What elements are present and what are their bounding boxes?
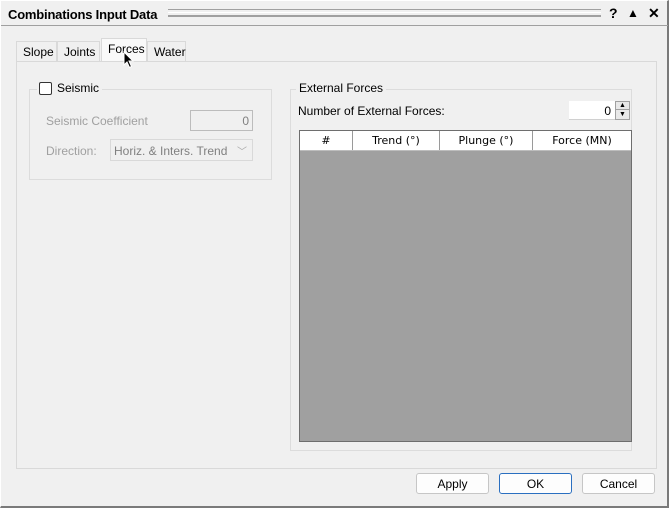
cancel-button[interactable]: Cancel (582, 473, 655, 494)
external-forces-grid[interactable]: # Trend (°) Plunge (°) Force (MN) (299, 130, 632, 442)
direction-value: Horiz. & Inters. Trend (114, 144, 228, 158)
ok-button[interactable]: OK (499, 473, 572, 494)
seismic-coefficient-label: Seismic Coefficient (46, 114, 148, 128)
number-external-forces-label: Number of External Forces: (298, 104, 445, 118)
seismic-checkbox[interactable] (39, 82, 52, 95)
column-header-number[interactable]: # (300, 131, 353, 150)
spin-down-icon[interactable]: ▼ (616, 111, 629, 119)
rollup-icon[interactable]: ▲ (627, 6, 639, 20)
title-grip (168, 9, 601, 17)
tab-joints[interactable]: Joints (57, 41, 100, 61)
direction-label: Direction: (46, 144, 97, 158)
column-header-plunge[interactable]: Plunge (°) (440, 131, 533, 150)
number-external-forces-input[interactable]: 0 (569, 101, 615, 120)
close-icon[interactable]: ✕ (648, 5, 660, 22)
seismic-group (29, 89, 272, 180)
grid-header: # Trend (°) Plunge (°) Force (MN) (300, 131, 631, 151)
tab-water[interactable]: Water (147, 41, 186, 61)
forces-panel: Seismic Seismic Coefficient 0 Direction:… (16, 61, 657, 469)
column-header-force[interactable]: Force (MN) (533, 131, 631, 150)
column-header-trend[interactable]: Trend (°) (353, 131, 440, 150)
direction-select[interactable]: Horiz. & Inters. Trend ﹀ (110, 139, 253, 161)
external-forces-label: External Forces (296, 81, 387, 95)
mouse-cursor-icon (123, 51, 135, 69)
help-icon[interactable]: ? (609, 5, 618, 21)
combinations-input-dialog: Combinations Input Data ? ▲ ✕ Slope Join… (0, 0, 669, 508)
seismic-coefficient-input[interactable]: 0 (190, 110, 253, 131)
apply-button[interactable]: Apply (416, 473, 489, 494)
title-bar[interactable]: Combinations Input Data ? ▲ ✕ (1, 1, 668, 26)
dialog-title: Combinations Input Data (8, 7, 158, 22)
number-external-forces-spinner[interactable]: ▲ ▼ (615, 101, 630, 120)
tab-slope[interactable]: Slope (16, 41, 57, 61)
chevron-down-icon: ﹀ (237, 147, 247, 158)
spin-up-icon[interactable]: ▲ (616, 102, 629, 110)
